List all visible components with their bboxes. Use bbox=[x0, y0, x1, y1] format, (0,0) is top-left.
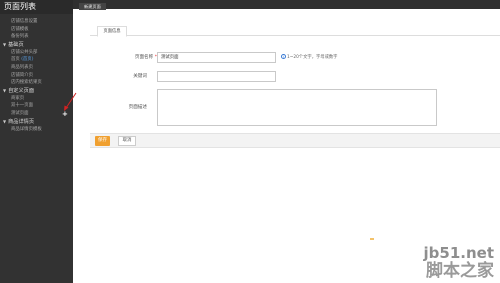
annotation-arrow-icon bbox=[64, 92, 77, 111]
keyword-input[interactable] bbox=[157, 71, 276, 82]
tab-new-page[interactable]: 新建页面 bbox=[79, 3, 106, 10]
cancel-button[interactable]: 取消 bbox=[118, 136, 136, 146]
info-icon: i bbox=[281, 54, 286, 59]
page-name-hint: i 1~20个文字，字母或数字 bbox=[281, 54, 338, 60]
watermark: jb51.net 脚本之家 bbox=[424, 245, 494, 281]
form-tab-row: 页面信息 bbox=[90, 26, 500, 37]
page-name-input[interactable]: 测试页面 bbox=[157, 52, 276, 63]
top-bar bbox=[73, 0, 500, 9]
button-bar: 保存 取消 bbox=[90, 133, 500, 148]
tab-page-info[interactable]: 页面信息 bbox=[97, 26, 127, 37]
page-name-label: 页面名称 * bbox=[134, 55, 157, 60]
decorative-dot bbox=[370, 238, 374, 240]
description-textarea[interactable] bbox=[157, 89, 437, 126]
sidebar-item-detail-template[interactable]: 商品详情页模板 bbox=[0, 126, 73, 134]
description-label: 页面描述 bbox=[128, 105, 147, 110]
save-button[interactable]: 保存 bbox=[95, 136, 110, 146]
watermark-site: jb51.net bbox=[423, 244, 494, 262]
keyword-label: 关键词 bbox=[133, 74, 147, 79]
watermark-name: 脚本之家 bbox=[426, 261, 494, 281]
